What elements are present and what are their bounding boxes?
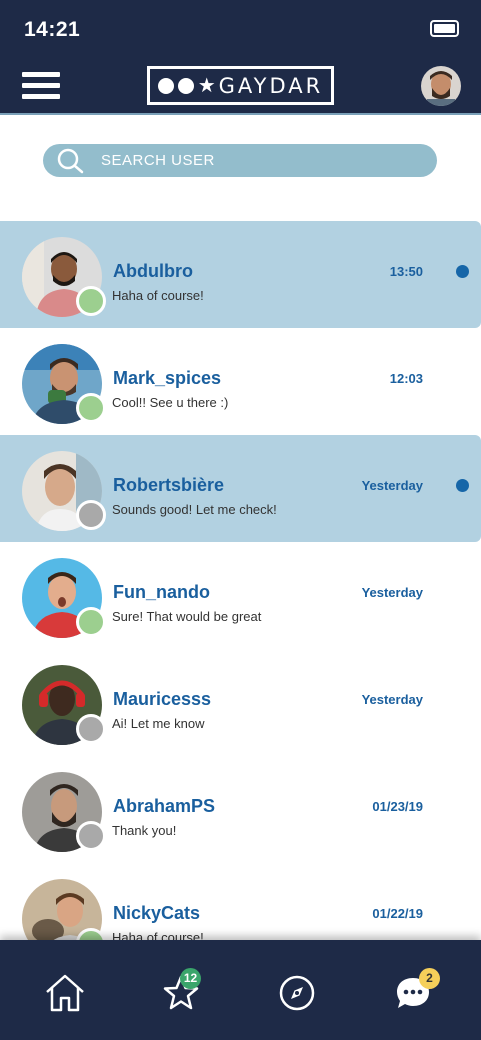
- app-header: ★ GAYDAR: [0, 60, 481, 115]
- contact-name: Fun_nando: [113, 582, 210, 602]
- favorites-count-badge: 12: [180, 968, 201, 989]
- star-icon: ★: [197, 74, 216, 97]
- contact-name: NickyCats: [113, 903, 201, 923]
- messages-count-badge: 2: [419, 968, 440, 989]
- message-time: 13:50: [389, 264, 423, 279]
- unread-indicator: [456, 479, 469, 492]
- search-input[interactable]: [101, 144, 421, 177]
- contact-name: Abdulbro: [113, 261, 193, 281]
- battery-icon: [430, 20, 459, 37]
- hamburger-menu-button[interactable]: [22, 72, 60, 102]
- conversation-list: Abdulbro Haha of course! 13:50 Mark_spic…: [0, 221, 481, 970]
- last-message: Thank you!: [112, 823, 177, 838]
- app-logo: ★ GAYDAR: [147, 66, 334, 105]
- contact-name: AbrahamPS: [113, 796, 216, 816]
- home-icon: [46, 974, 84, 1012]
- logo-text: GAYDAR: [218, 73, 324, 98]
- offline-status-indicator: [76, 500, 106, 530]
- status-bar: 14:21: [0, 0, 481, 60]
- last-message: Sounds good! Let me check!: [112, 502, 277, 517]
- online-status-indicator: [76, 286, 106, 316]
- message-time: 01/23/19: [372, 799, 423, 814]
- last-message: Ai! Let me know: [112, 716, 205, 731]
- profile-avatar-button[interactable]: [421, 66, 461, 106]
- last-message: Haha of course!: [112, 288, 204, 303]
- last-message: Sure! That would be great: [112, 609, 262, 624]
- message-time: Yesterday: [361, 692, 423, 707]
- offline-status-indicator: [76, 714, 106, 744]
- status-time: 14:21: [24, 18, 81, 41]
- search-bar[interactable]: [43, 144, 437, 177]
- tab-home[interactable]: [40, 968, 90, 1018]
- conversation-row[interactable]: Robertsbière Sounds good! Let me check! …: [0, 435, 481, 542]
- online-status-indicator: [76, 607, 106, 637]
- online-status-indicator: [76, 393, 106, 423]
- conversation-row[interactable]: Fun_nando Sure! That would be great Yest…: [0, 542, 481, 649]
- conversation-row[interactable]: Mark_spices Cool!! See u there :) 12:03: [0, 328, 481, 435]
- tab-explore[interactable]: [272, 968, 322, 1018]
- bottom-tab-bar: 12 2: [0, 940, 481, 1040]
- search-icon: [57, 148, 84, 174]
- contact-name: Robertsbière: [113, 475, 225, 495]
- message-time: 12:03: [389, 371, 423, 386]
- conversation-row[interactable]: Abdulbro Haha of course! 13:50: [0, 221, 481, 328]
- conversation-row[interactable]: AbrahamPS Thank you! 01/23/19: [0, 756, 481, 863]
- last-message: Cool!! See u there :): [112, 395, 229, 410]
- contact-name: Mark_spices: [113, 368, 222, 388]
- compass-icon: [279, 975, 315, 1011]
- unread-indicator: [456, 265, 469, 278]
- message-time: Yesterday: [361, 478, 423, 493]
- offline-status-indicator: [76, 821, 106, 851]
- conversation-row[interactable]: Mauricesss Ai! Let me know Yesterday: [0, 649, 481, 756]
- message-time: Yesterday: [361, 585, 423, 600]
- contact-name: Mauricesss: [113, 689, 212, 709]
- message-time: 01/22/19: [372, 906, 423, 921]
